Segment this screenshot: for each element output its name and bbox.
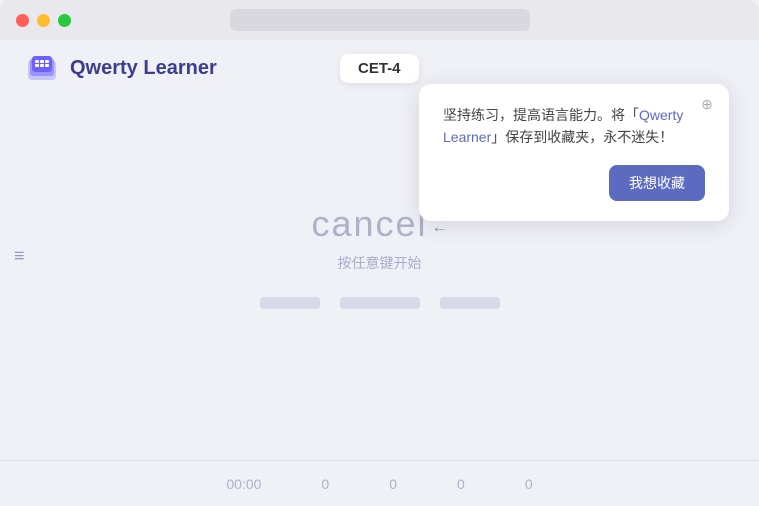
stat-3-value: 0	[457, 476, 465, 492]
word-stat-2	[340, 297, 420, 309]
word-stat-1	[260, 297, 320, 309]
word-stat-3	[440, 297, 500, 309]
tooltip-text-part2: 」保存到收藏夹，永不迷失！	[491, 129, 673, 145]
stat-2: 0	[389, 476, 397, 492]
tooltip-popup: ⊕ 坚持练习，提高语言能力。将「Qwerty Learner」保存到收藏夹，永不…	[419, 84, 729, 221]
word-stats	[260, 297, 500, 309]
app-title: Qwerty Learner	[70, 57, 217, 80]
cet-badge[interactable]: CET-4	[340, 54, 419, 83]
traffic-light-red[interactable]	[16, 14, 29, 27]
stat-time: 00:00	[226, 476, 261, 492]
close-icon[interactable]: ⊕	[697, 94, 717, 114]
logo-area: Qwerty Learner	[24, 50, 217, 86]
stat-4-value: 0	[525, 476, 533, 492]
tooltip-text: 坚持练习，提高语言能力。将「Qwerty Learner」保存到收藏夹，永不迷失…	[443, 104, 705, 149]
start-hint: 按任意键开始	[338, 253, 422, 273]
app-logo-icon	[24, 50, 60, 86]
stat-time-value: 00:00	[226, 476, 261, 492]
typing-cursor: ←	[432, 219, 448, 237]
stat-4: 0	[525, 476, 533, 492]
typing-word: cancel	[311, 203, 427, 245]
stat-1-value: 0	[321, 476, 329, 492]
sidebar-menu-icon[interactable]: ≡	[14, 246, 25, 267]
traffic-light-green[interactable]	[58, 14, 71, 27]
browser-chrome	[0, 0, 759, 40]
traffic-light-yellow[interactable]	[37, 14, 50, 27]
bottom-bar: 00:00 0 0 0 0	[0, 460, 759, 506]
tooltip-text-part1: 坚持练习，提高语言能力。将「	[443, 107, 639, 123]
address-bar[interactable]	[230, 9, 530, 31]
app-content: Qwerty Learner CET-4 ⊕ 坚持练习，提高语言能力。将「Qwe…	[0, 40, 759, 506]
stat-1: 0	[321, 476, 329, 492]
stat-2-value: 0	[389, 476, 397, 492]
stat-3: 0	[457, 476, 465, 492]
bookmark-button[interactable]: 我想收藏	[609, 165, 705, 201]
